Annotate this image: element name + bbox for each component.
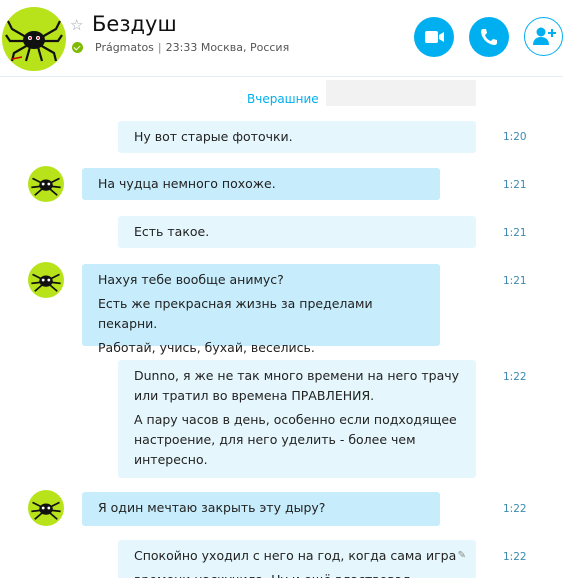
audio-call-button[interactable] — [469, 17, 509, 57]
message-timestamp: 1:20 — [503, 131, 527, 143]
date-divider: Вчерашние — [247, 92, 319, 106]
sender-avatar[interactable] — [28, 490, 64, 526]
status-online-icon — [72, 42, 83, 53]
message-text: Есть же прекрасная жизнь за пределами пе… — [98, 296, 373, 331]
edited-pencil-icon: ✎ — [457, 550, 466, 561]
message-bubble-outgoing[interactable]: Ну вот старые фоточки. — [118, 121, 476, 153]
message-text: Спокойно уходил с него на год, когда сам… — [134, 548, 457, 563]
chat-header: ☆ Бездуш Prágmatos | 23:33 Москва, Россия — [0, 0, 563, 77]
message-timestamp: 1:21 — [503, 227, 527, 239]
message-bubble-incoming[interactable]: На чудца немного похоже. — [82, 168, 440, 200]
message-text: На чудца немного похоже. — [98, 176, 276, 191]
message-bubble-outgoing[interactable]: Есть такое. — [118, 216, 476, 248]
message-timestamp: 1:22 — [503, 371, 527, 383]
video-call-button[interactable] — [414, 17, 454, 57]
subtitle-separator: | — [157, 41, 162, 54]
sender-avatar[interactable] — [28, 166, 64, 202]
contact-name: Бездуш — [92, 12, 177, 36]
message-timestamp: 1:21 — [503, 275, 527, 287]
collapsed-panel — [326, 80, 476, 106]
sender-avatar[interactable] — [28, 262, 64, 298]
contact-subtitle: Prágmatos | 23:33 Москва, Россия — [95, 41, 289, 54]
message-text: Нахуя тебе вообще анимус? — [98, 272, 284, 287]
add-people-icon — [533, 27, 556, 45]
message-timestamp: 1:22 — [503, 503, 527, 515]
message-text: времени наскучила. Ну и ещё властвовал — [134, 570, 460, 578]
add-people-button[interactable] — [524, 17, 563, 56]
message-timestamp: 1:21 — [503, 179, 527, 191]
contact-avatar[interactable] — [2, 7, 66, 71]
star-icon[interactable]: ☆ — [70, 18, 83, 33]
message-text: Ну вот старые фоточки. — [134, 129, 293, 144]
message-bubble-outgoing[interactable]: ✎ Спокойно уходил с него на год, когда с… — [118, 540, 476, 578]
message-text: Работай, учись, бухай, веселись. — [98, 340, 315, 355]
mood-message: Prágmatos — [95, 41, 154, 54]
message-text: А пару часов в день, особенно если подхо… — [134, 412, 457, 467]
message-bubble-incoming[interactable]: Я один мечтаю закрыть эту дыру? — [82, 492, 440, 526]
message-bubble-outgoing[interactable]: Dunno, я же не так много времени на него… — [118, 360, 476, 478]
message-bubble-incoming[interactable]: Нахуя тебе вообще анимус? Есть же прекра… — [82, 264, 440, 355]
message-text: Есть такое. — [134, 224, 210, 239]
local-time: 23:33 Москва, Россия — [165, 41, 290, 54]
message-text: Я один мечтаю закрыть эту дыру? — [98, 500, 326, 515]
message-text: Dunno, я же не так много времени на него… — [134, 368, 460, 403]
video-call-icon — [425, 31, 444, 43]
message-timestamp: 1:22 — [503, 551, 527, 563]
audio-call-icon — [481, 29, 497, 45]
